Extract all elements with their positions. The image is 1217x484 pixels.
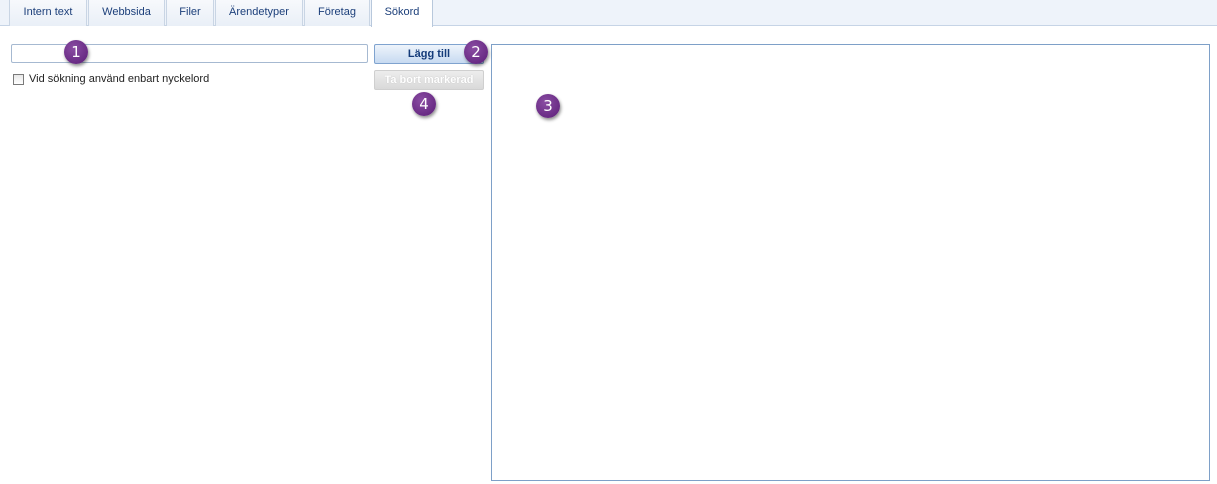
tab-arendetyper[interactable]: Ärendetyper	[215, 0, 303, 26]
tab-strip: Intern text Webbsida Filer Ärendetyper F…	[0, 0, 1217, 27]
tab-intern-text[interactable]: Intern text	[9, 0, 87, 26]
callout-marker-3: 3	[536, 94, 560, 118]
tab-webbsida[interactable]: Webbsida	[88, 0, 165, 26]
tab-sokord[interactable]: Sökord	[371, 0, 433, 27]
callout-marker-4: 4	[412, 92, 436, 116]
remove-selected-button: Ta bort markerad	[374, 70, 484, 90]
keyword-only-checkbox[interactable]	[13, 73, 24, 85]
keyword-only-checkbox-row[interactable]: Vid sökning använd enbart nyckelord	[13, 72, 209, 86]
keyword-list[interactable]	[491, 44, 1210, 481]
keyword-settings-panel: Intern text Webbsida Filer Ärendetyper F…	[0, 0, 1217, 484]
callout-marker-2: 2	[464, 40, 488, 64]
tab-foretag[interactable]: Företag	[304, 0, 370, 26]
callout-marker-1: 1	[64, 40, 88, 64]
tab-filer[interactable]: Filer	[166, 0, 214, 26]
keyword-only-checkbox-label: Vid sökning använd enbart nyckelord	[29, 73, 210, 85]
